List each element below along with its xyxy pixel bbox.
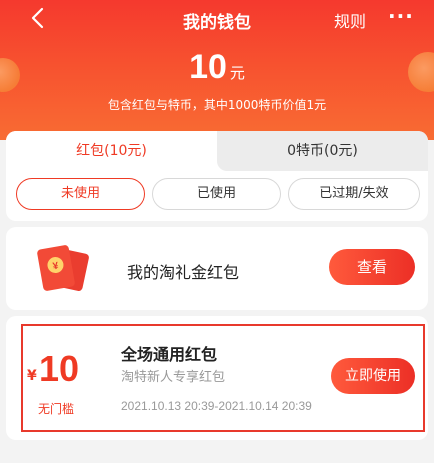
rules-link[interactable]: 规则	[334, 8, 366, 32]
tab-tebi-coins[interactable]: 0特币(0元)	[217, 131, 428, 171]
wallet-tabs-card: 红包(10元) 0特币(0元) 未使用 已使用 已过期/失效	[6, 131, 428, 221]
coupon-subtitle: 淘特新人专享红包	[121, 370, 226, 385]
more-options-icon[interactable]: ···	[388, 4, 414, 28]
balance-value: 10	[189, 48, 227, 86]
top-bar: 我的钱包 规则 ···	[0, 0, 434, 38]
view-button[interactable]: 查看	[329, 249, 415, 285]
gift-packet-label: 我的淘礼金红包	[127, 263, 240, 282]
filter-unused[interactable]: 未使用	[16, 178, 145, 210]
coupon-title: 全场通用红包	[121, 345, 218, 364]
coupon-value: 10	[39, 348, 80, 389]
wallet-header: 我的钱包 规则 ··· 10 元 包含红包与特币，其中1000特币价值1元	[0, 0, 434, 140]
filter-expired[interactable]: 已过期/失效	[288, 178, 420, 210]
gift-packet-row: ¥ 我的淘礼金红包 查看	[6, 227, 428, 310]
status-filters: 未使用 已使用 已过期/失效	[6, 178, 428, 214]
tab-bar: 红包(10元) 0特币(0元)	[6, 131, 428, 171]
tab-red-packets[interactable]: 红包(10元)	[6, 131, 217, 171]
red-envelope-icon: ¥	[37, 245, 89, 291]
coupon-currency: ¥	[27, 368, 37, 384]
coupon-validity: 2021.10.13 20:39-2021.10.14 20:39	[121, 399, 312, 413]
use-now-button[interactable]: 立即使用	[331, 358, 415, 394]
filter-used[interactable]: 已使用	[152, 178, 281, 210]
page-title: 我的钱包	[183, 13, 251, 33]
coupon-threshold: 无门槛	[38, 402, 75, 416]
balance-unit: 元	[229, 64, 245, 82]
balance-amount: 10 元	[0, 48, 434, 87]
balance-subtitle: 包含红包与特币，其中1000特币价值1元	[107, 98, 327, 112]
